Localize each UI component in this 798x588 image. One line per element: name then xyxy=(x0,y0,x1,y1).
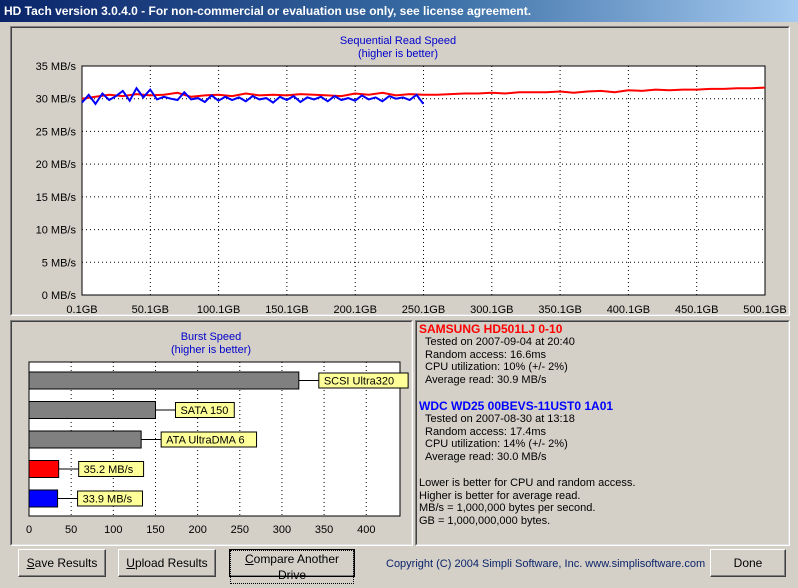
drive-2-cpu: CPU utilization: 14% (+/- 2%) xyxy=(425,438,568,450)
burst-bar-label: 33.9 MB/s xyxy=(83,494,133,506)
burst-x-tick-label: 350 xyxy=(315,524,333,536)
burst-x-tick-label: 400 xyxy=(357,524,375,536)
drive-2-tested: Tested on 2007-08-30 at 13:18 xyxy=(425,413,575,425)
burst-x-tick-label: 0 xyxy=(26,524,32,536)
burst-bar-label: SCSI Ultra320 xyxy=(324,376,394,388)
drive-1-name: SAMSUNG HD501LJ 0-10 xyxy=(419,322,563,336)
burst-bar xyxy=(28,460,60,478)
burst-bar xyxy=(28,371,300,390)
burst-x-tick-label: 50 xyxy=(65,524,77,536)
upload-results-button[interactable]: Upload Results xyxy=(118,549,216,577)
burst-chart-title: Burst Speed xyxy=(181,331,242,343)
drive-2-name: WDC WD25 00BEVS-11UST0 1A01 xyxy=(419,399,614,413)
copyright-text: Copyright (C) 2004 Simpli Software, Inc.… xyxy=(386,558,706,570)
drive-1-random-access: Random access: 16.6ms xyxy=(425,348,547,361)
burst-bar xyxy=(28,489,59,508)
drive-info: SAMSUNG HD501LJ 0-10 Tested on 2007-09-0… xyxy=(419,322,789,527)
burst-x-tick-label: 100 xyxy=(104,524,122,536)
drive-1-tested: Tested on 2007-09-04 at 20:40 xyxy=(425,336,575,348)
drive-1-block: SAMSUNG HD501LJ 0-10 Tested on 2007-09-0… xyxy=(419,322,789,386)
compare-another-drive-button[interactable]: Compare Another Drive xyxy=(229,549,355,584)
note-line: GB = 1,000,000,000 bytes. xyxy=(419,514,551,527)
burst-bar-label: 35.2 MB/s xyxy=(84,464,134,476)
burst-bar xyxy=(28,401,156,419)
burst-x-tick-label: 250 xyxy=(231,524,249,536)
burst-x-tick-label: 150 xyxy=(146,524,164,536)
drive-1-average-read: Average read: 30.9 MB/s xyxy=(425,373,547,386)
burst-bar xyxy=(28,430,142,449)
note-line: MB/s = 1,000,000 bytes per second. xyxy=(419,502,596,514)
drive-1-cpu: CPU utilization: 10% (+/- 2%) xyxy=(425,361,568,373)
notes-block: Lower is better for CPU and random acces… xyxy=(419,477,789,527)
drive-2-random-access: Random access: 17.4ms xyxy=(425,425,547,438)
burst-chart-subtitle: (higher is better) xyxy=(171,344,251,356)
note-line: Higher is better for average read. xyxy=(419,489,581,502)
note-line: Lower is better for CPU and random acces… xyxy=(419,477,636,489)
burst-bar-label: ATA UltraDMA 6 xyxy=(166,435,244,447)
burst-bar-label: SATA 150 xyxy=(180,405,228,417)
drive-2-block: WDC WD25 00BEVS-11UST0 1A01 Tested on 20… xyxy=(419,399,789,463)
burst-x-tick-label: 200 xyxy=(188,524,206,536)
done-button[interactable]: Done xyxy=(710,549,786,577)
burst-x-tick-label: 300 xyxy=(273,524,291,536)
save-results-button[interactable]: Save Results xyxy=(18,549,106,577)
drive-2-average-read: Average read: 30.0 MB/s xyxy=(425,450,547,463)
